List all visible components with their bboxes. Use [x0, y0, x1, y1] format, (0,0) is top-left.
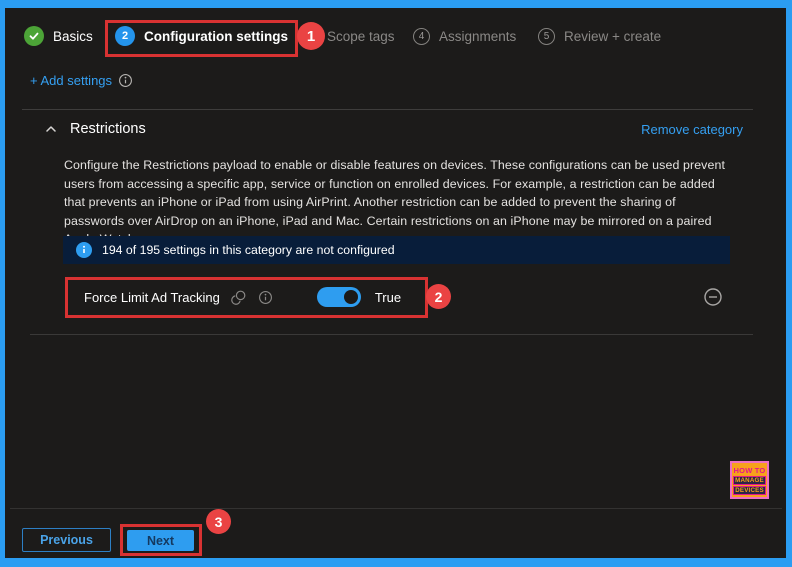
toggle-value-label: True — [374, 289, 402, 305]
setting-name: Force Limit Ad Tracking — [84, 289, 220, 305]
info-banner-text: 194 of 195 settings in this category are… — [102, 243, 395, 257]
category-title: Restrictions — [70, 121, 146, 137]
section-divider — [22, 109, 753, 110]
duplicate-icon — [231, 289, 247, 305]
info-icon — [76, 242, 92, 258]
next-button[interactable]: Next — [127, 530, 194, 551]
step-number-badge: 4 — [413, 27, 430, 45]
tab-basics[interactable]: Basics — [24, 20, 93, 52]
tab-basics-label: Basics — [53, 28, 93, 44]
add-settings-link[interactable]: + Add settings — [30, 73, 133, 88]
checkmark-icon — [24, 26, 44, 46]
screenshot-frame: Basics 2 Configuration settings Scope ta… — [0, 0, 792, 567]
step-number-badge: 2 — [115, 26, 135, 46]
htmd-watermark-logo: HOW TO MANAGE DEVICES — [730, 461, 769, 499]
toggle-knob — [343, 290, 358, 304]
watermark-line-2: MANAGE — [733, 475, 766, 485]
info-banner: 194 of 195 settings in this category are… — [63, 236, 730, 264]
remove-setting-button[interactable] — [703, 287, 723, 307]
info-icon[interactable] — [118, 73, 133, 88]
section-divider — [30, 334, 753, 335]
remove-category-link[interactable]: Remove category — [641, 122, 743, 137]
add-settings-label: + Add settings — [30, 73, 113, 88]
footer-divider — [10, 508, 782, 509]
chevron-up-icon[interactable] — [44, 122, 58, 136]
previous-button[interactable]: Previous — [22, 528, 111, 552]
watermark-line-3: DEVICES — [733, 485, 766, 495]
tab-scope-tags-label: Scope tags — [327, 28, 395, 44]
tab-review-create[interactable]: 5 Review + create — [538, 20, 661, 52]
tab-assignments[interactable]: 4 Assignments — [413, 20, 516, 52]
tab-assignments-label: Assignments — [439, 28, 517, 44]
step-number-badge: 5 — [538, 27, 555, 45]
watermark-line-1: HOW TO — [733, 465, 766, 475]
tab-review-create-label: Review + create — [564, 28, 662, 44]
tab-scope-tags[interactable]: Scope tags — [327, 22, 395, 50]
force-limit-ad-tracking-toggle[interactable] — [316, 287, 361, 307]
info-icon[interactable] — [258, 290, 273, 305]
tab-configuration-settings[interactable]: 2 Configuration settings — [115, 20, 288, 52]
tab-configuration-settings-label: Configuration settings — [144, 28, 288, 44]
